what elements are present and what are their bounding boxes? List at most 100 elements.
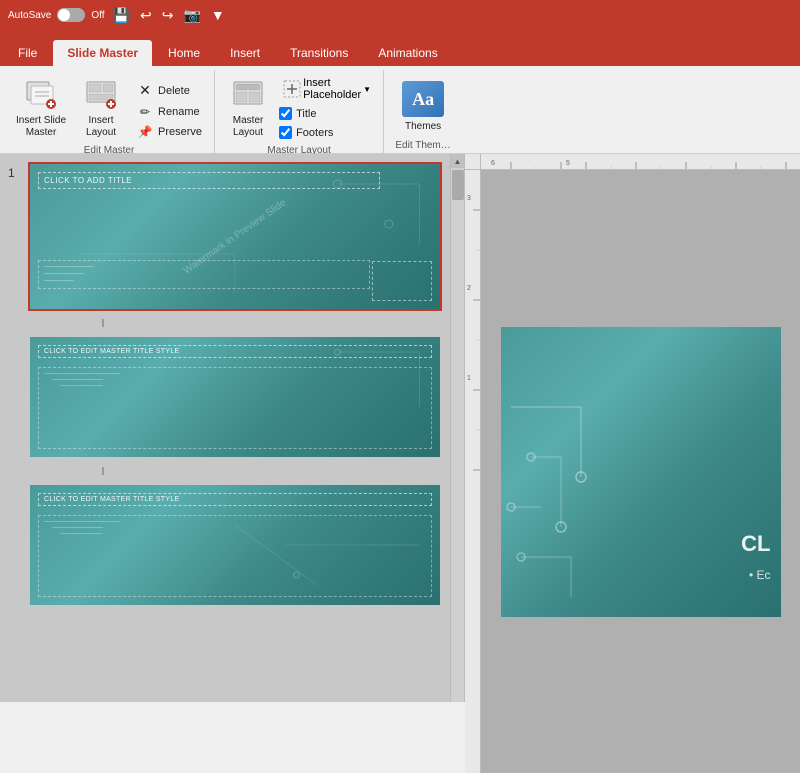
slide-1-dashed-box — [372, 261, 432, 301]
insert-placeholder-icon — [283, 80, 301, 98]
preserve-button[interactable]: 📌 Preserve — [132, 123, 206, 141]
horizontal-ruler: 6 5 — [481, 154, 800, 170]
undo-icon[interactable]: ↩ — [140, 7, 152, 24]
slide-3-title-box: CLICK TO EDIT MASTER TITLE STYLE — [38, 493, 432, 506]
tab-slide-master[interactable]: Slide Master — [53, 40, 152, 66]
themes-button[interactable]: Aa Themes — [392, 77, 454, 136]
ruler-h-ticks: 6 5 — [481, 154, 800, 170]
slide-panel-scrollbar: ▲ — [450, 154, 464, 702]
ribbon-group-edit-master: Insert SlideMaster InsertLayout — [4, 70, 215, 153]
save-icon[interactable]: 💾 — [113, 7, 130, 24]
title-bar: AutoSave Off 💾 ↩ ↪ 📷 ▼ — [0, 0, 800, 30]
insert-slide-master-icon — [23, 76, 59, 112]
slide-canvas[interactable]: CL • Ec — [501, 327, 781, 617]
insert-layout-icon — [83, 76, 119, 112]
tab-file[interactable]: File — [4, 40, 51, 66]
slide-connector-2 — [102, 467, 104, 475]
delete-label: Delete — [158, 85, 190, 97]
master-layout-icon — [230, 76, 266, 112]
ruler-v-ticks: 3 2 1 — [465, 170, 481, 770]
slide-2-thumb[interactable]: CLICK TO EDIT MASTER TITLE STYLE ───────… — [28, 335, 442, 459]
slide-1-title-text: CLICK TO ADD TITLE — [38, 172, 380, 189]
themes-label: Themes — [405, 121, 441, 132]
title-checkbox-label: Title — [296, 108, 316, 120]
canvas-circuit-svg — [501, 327, 781, 617]
slide-panel: 1 CLICK TO — [0, 154, 450, 702]
present-icon[interactable]: 📷 — [183, 7, 200, 24]
svg-text:2: 2 — [467, 285, 471, 292]
insert-placeholder-button[interactable]: InsertPlaceholder ▼ — [279, 75, 375, 103]
ribbon-group-edit-themes: Aa Themes Edit Them… — [384, 70, 462, 153]
slide-3-row: 3 CLICK TO EDIT MASTER TITLE STYLE — [8, 483, 442, 607]
insert-placeholder-label: InsertPlaceholder — [303, 77, 361, 101]
canvas-bullet-text: • Ec — [749, 568, 771, 582]
svg-text:3: 3 — [467, 195, 471, 202]
slide-view-main: 3 2 1 — [465, 170, 800, 773]
slide-1-number: 1 — [8, 166, 22, 180]
preserve-label: Preserve — [158, 126, 202, 138]
insert-slide-master-label: Insert SlideMaster — [16, 115, 66, 139]
master-layout-button[interactable]: MasterLayout — [223, 74, 273, 141]
delete-icon: ✕ — [136, 82, 154, 99]
slide-2-title-text: CLICK TO EDIT MASTER TITLE STYLE — [38, 345, 432, 358]
title-checkbox-row: Title — [279, 105, 375, 122]
slide-2-title-box: CLICK TO EDIT MASTER TITLE STYLE — [38, 345, 432, 358]
title-checkbox[interactable] — [279, 107, 292, 120]
redo-icon[interactable]: ↪ — [162, 7, 174, 24]
slide-2-body-text: ────────────────── ──────────── ────────… — [38, 367, 432, 449]
ruler-corner — [465, 154, 481, 170]
main-area: 1 CLICK TO — [0, 154, 800, 702]
autosave-toggle[interactable] — [57, 8, 85, 22]
tab-animations[interactable]: Animations — [364, 40, 451, 66]
insert-placeholder-col: InsertPlaceholder ▼ Title Footers — [279, 75, 375, 141]
slide-canvas-area: CL • Ec — [481, 170, 800, 773]
autosave-label: AutoSave — [8, 10, 51, 21]
scroll-thumb[interactable] — [452, 170, 464, 200]
title-bar-left: AutoSave Off — [8, 8, 105, 22]
svg-text:5: 5 — [566, 160, 570, 167]
slide-3-body-box: ────────────────── ──────────── ────────… — [38, 515, 432, 597]
rename-label: Rename — [158, 106, 200, 118]
edit-themes-group-label: Edit Them… — [395, 140, 450, 151]
ruler-row: 6 5 — [465, 154, 800, 170]
master-layout-content: MasterLayout InsertPlaceholder ▼ Title — [223, 74, 375, 141]
slide-2-image: CLICK TO EDIT MASTER TITLE STYLE ───────… — [30, 337, 440, 457]
slide-2-body-box: ────────────────── ──────────── ────────… — [38, 367, 432, 449]
svg-text:6: 6 — [491, 160, 495, 167]
insert-layout-label: InsertLayout — [86, 115, 116, 139]
insert-slide-master-button[interactable]: Insert SlideMaster — [12, 74, 70, 141]
tab-transitions[interactable]: Transitions — [276, 40, 362, 66]
tab-home[interactable]: Home — [154, 40, 214, 66]
scroll-up-arrow[interactable]: ▲ — [451, 154, 465, 168]
slide-connector-1 — [102, 319, 104, 327]
svg-text:1: 1 — [467, 375, 471, 382]
slide-1-thumb[interactable]: CLICK TO ADD TITLE ────────── ──────── ─… — [28, 162, 442, 311]
insert-layout-button[interactable]: InsertLayout — [76, 74, 126, 141]
slide-3-title-text: CLICK TO EDIT MASTER TITLE STYLE — [38, 493, 432, 506]
slide-1-row: 1 CLICK TO — [8, 162, 442, 311]
edit-themes-content: Aa Themes — [392, 74, 454, 136]
delete-button[interactable]: ✕ Delete — [132, 80, 206, 101]
slide-2-row: 2 CLICK TO EDIT MASTER TITLE STYLE — [8, 335, 442, 459]
footers-checkbox[interactable] — [279, 126, 292, 139]
footers-checkbox-label: Footers — [296, 127, 333, 139]
slide-1-subtitle-lines: ────────── ──────── ────── — [38, 260, 370, 289]
title-bar-icons: 💾 ↩ ↪ 📷 ▼ — [113, 7, 225, 24]
more-icon[interactable]: ▼ — [211, 7, 225, 23]
master-layout-label: MasterLayout — [233, 115, 264, 139]
rename-button[interactable]: ✏ Rename — [132, 103, 206, 121]
ribbon-group-master-layout: MasterLayout InsertPlaceholder ▼ Title — [215, 70, 384, 153]
themes-icon: Aa — [402, 81, 444, 117]
slide-1-title-box: CLICK TO ADD TITLE — [38, 172, 380, 189]
slide-3-image: CLICK TO EDIT MASTER TITLE STYLE ───────… — [30, 485, 440, 605]
toggle-state-label: Off — [91, 10, 104, 21]
slide-connector-area — [28, 319, 442, 327]
ribbon-tabs: File Slide Master Home Insert Transition… — [0, 30, 800, 66]
slide-panel-container: 1 CLICK TO — [0, 154, 464, 702]
slide-3-thumb[interactable]: CLICK TO EDIT MASTER TITLE STYLE ───────… — [28, 483, 442, 607]
ribbon-body: Insert SlideMaster InsertLayout — [0, 66, 800, 154]
canvas-big-text: CL — [741, 531, 770, 557]
tab-insert[interactable]: Insert — [216, 40, 274, 66]
rename-icon: ✏ — [136, 105, 154, 119]
dropdown-arrow-icon: ▼ — [363, 85, 371, 94]
